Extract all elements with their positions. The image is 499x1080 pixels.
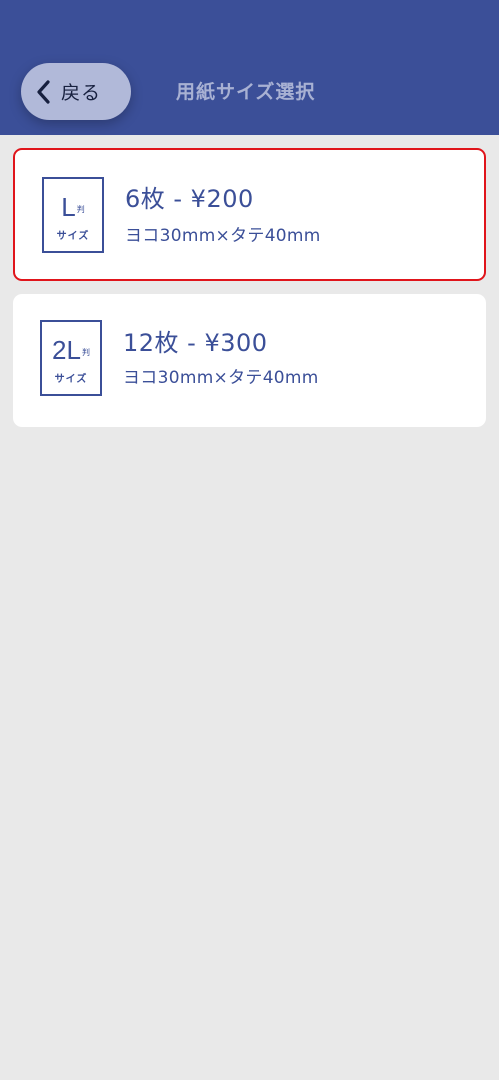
option-title: 6枚 - ¥200 bbox=[125, 185, 254, 213]
size-icon-han: 判 bbox=[76, 205, 85, 214]
option-dimensions: ヨコ30mm×タテ40mm bbox=[125, 226, 321, 246]
back-button-label: 戻る bbox=[61, 82, 102, 104]
size-icon-han: 判 bbox=[81, 348, 90, 357]
size-icon-letter: L bbox=[61, 192, 76, 222]
paper-size-option-2l[interactable]: 2L判 サイズ 12枚 - ¥300 ヨコ30mm×タテ40mm bbox=[13, 294, 486, 427]
l-size-icon: L判 サイズ bbox=[42, 177, 104, 253]
paper-size-list: L判 サイズ 6枚 - ¥200 ヨコ30mm×タテ40mm 2L判 サイズ 1… bbox=[13, 148, 486, 440]
size-icon-kana: サイズ bbox=[54, 374, 88, 385]
option-title: 12枚 - ¥300 bbox=[123, 329, 268, 357]
page-title: 用紙サイズ選択 bbox=[176, 81, 316, 103]
app-header: 戻る 用紙サイズ選択 bbox=[0, 0, 499, 135]
size-icon-kana: サイズ bbox=[56, 231, 90, 242]
paper-size-option-l[interactable]: L判 サイズ 6枚 - ¥200 ヨコ30mm×タテ40mm bbox=[13, 148, 486, 281]
back-button[interactable]: 戻る bbox=[21, 63, 131, 120]
option-dimensions: ヨコ30mm×タテ40mm bbox=[123, 368, 319, 388]
chevron-left-icon bbox=[35, 79, 53, 105]
size-icon-letter: 2L bbox=[52, 335, 81, 365]
2l-size-icon: 2L判 サイズ bbox=[40, 320, 102, 396]
